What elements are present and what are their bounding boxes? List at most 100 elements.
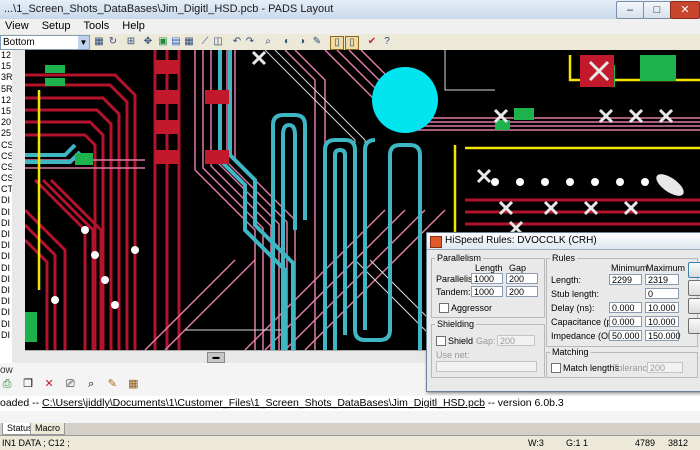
shield-gap-field[interactable]: 200 (497, 335, 535, 346)
aggressor-checkbox[interactable] (439, 303, 449, 313)
delete-icon[interactable]: ✕ (42, 377, 56, 391)
tandem-gap-field[interactable]: 200 (506, 286, 538, 297)
match-lengths-label: Match lengths (563, 363, 620, 373)
list-item[interactable]: DI (0, 263, 12, 274)
status-grid: G:1 1 (566, 438, 589, 448)
parallelism-length-field[interactable]: 1000 (471, 273, 503, 284)
save-icon[interactable]: ⎙ (0, 377, 14, 391)
shielding-group-label: Shielding (435, 319, 477, 329)
list-item[interactable]: DI (0, 207, 12, 218)
print-icon[interactable]: ⎚ (63, 377, 77, 391)
length-header: Length (475, 263, 503, 273)
tab-macro[interactable]: Macro (30, 423, 66, 435)
status-x: 4789 (635, 438, 656, 448)
select-area-icon[interactable]: ▯ (345, 36, 359, 50)
output-suffix: -- version 6.0b.3 (484, 397, 564, 409)
grid-icon[interactable]: ▦ (183, 36, 195, 48)
properties-icon[interactable]: ▦ (93, 36, 105, 48)
list-item[interactable]: CS (0, 151, 12, 162)
list-item[interactable]: 20 (0, 117, 12, 128)
select-icon[interactable]: ▯ (330, 36, 344, 50)
list-item[interactable]: DI (0, 296, 12, 307)
impedance-max-field[interactable]: 150.000 (645, 330, 681, 341)
delay-max-field[interactable]: 10.000 (645, 302, 679, 313)
capacitance-min-field[interactable]: 0.000 (609, 316, 642, 327)
refresh-icon[interactable]: ↻ (107, 36, 119, 48)
matching-group-label: Matching (550, 347, 591, 357)
find-icon[interactable]: ⌕ (84, 377, 98, 391)
output-toolbar: ⎙ ❐ ✕ ⎚ ⌕ ✎ ▦ (0, 377, 144, 393)
list-item[interactable]: 5R (0, 84, 12, 95)
via-icon[interactable]: ◫ (212, 36, 224, 48)
match-lengths-checkbox[interactable] (551, 363, 561, 373)
route-icon[interactable]: ⊞ (125, 36, 137, 48)
status-width: W:3 (528, 438, 544, 448)
menu-tools[interactable]: Tools (79, 19, 115, 34)
list-item[interactable]: CS (0, 162, 12, 173)
undo-icon[interactable]: ↶ (231, 36, 243, 48)
list-item[interactable]: DI (0, 285, 12, 296)
layers-icon[interactable]: ▤ (170, 36, 182, 48)
apply-button[interactable] (688, 298, 700, 314)
maximize-button[interactable]: □ (643, 1, 671, 19)
shield-checkbox[interactable] (436, 336, 446, 346)
vertical-scrollbar[interactable] (12, 50, 26, 363)
list-item[interactable]: DI (0, 195, 12, 206)
list-item[interactable]: 3R (0, 72, 12, 83)
list-item[interactable]: 15 (0, 61, 12, 72)
tandem-length-field[interactable]: 1000 (471, 286, 503, 297)
help-icon[interactable]: ? (381, 36, 393, 48)
search-icon[interactable]: ⌕ (262, 36, 274, 48)
list-item[interactable]: DI (0, 229, 12, 240)
list-item[interactable]: 15 (0, 106, 12, 117)
component-icon[interactable]: ▣ (157, 36, 169, 48)
stub-length-label: Stub length: (551, 289, 600, 299)
output-label: ow (0, 365, 13, 376)
length-max-field[interactable]: 2319 (645, 274, 679, 285)
help-button[interactable] (688, 318, 700, 334)
flood-icon[interactable]: ◑ (296, 36, 308, 48)
list-item[interactable]: DI (0, 307, 12, 318)
list-item[interactable]: CS (0, 140, 12, 151)
aggressor-label: Aggressor (451, 303, 493, 313)
list-item[interactable]: DI (0, 251, 12, 262)
output-path[interactable]: C:\Users\jiddly\Documents\1\Customer_Fil… (42, 397, 485, 409)
list-item[interactable]: DI (0, 218, 12, 229)
redo-icon[interactable]: ↷ (244, 36, 256, 48)
list-item[interactable]: DI (0, 274, 12, 285)
move-icon[interactable]: ✥ (142, 36, 154, 48)
edit-icon[interactable]: ✎ (105, 377, 119, 391)
length-min-field[interactable]: 2299 (609, 274, 642, 285)
copy-icon[interactable]: ❐ (21, 377, 35, 391)
horizontal-scrollbar[interactable]: ▬ (25, 350, 430, 363)
diagonal-route-icon[interactable]: ⟋ (199, 36, 211, 48)
pour-icon[interactable]: ◐ (281, 36, 293, 48)
capacitance-max-field[interactable]: 10.000 (645, 316, 679, 327)
menu-help[interactable]: Help (117, 19, 150, 34)
list-item[interactable]: DI (0, 319, 12, 330)
scrollbar-thumb[interactable]: ▬ (207, 352, 225, 363)
minimize-button[interactable]: – (616, 1, 644, 19)
list-item[interactable]: CT (0, 184, 12, 195)
parallelism-gap-field[interactable]: 200 (506, 273, 538, 284)
grid-icon[interactable]: ▦ (126, 377, 140, 391)
verify-icon[interactable]: ✔ (366, 36, 378, 48)
list-item[interactable]: DI (0, 330, 12, 341)
list-item[interactable]: 25 (0, 128, 12, 139)
pin-icon[interactable]: ✎ (311, 36, 323, 48)
list-item[interactable]: DI (0, 240, 12, 251)
menu-setup[interactable]: Setup (37, 19, 76, 34)
close-button[interactable]: ✕ (670, 1, 700, 19)
tolerance-field[interactable]: 200 (647, 362, 683, 373)
list-item[interactable]: 12 (0, 95, 12, 106)
list-item[interactable]: 12 (0, 50, 12, 61)
stub-length-max-field[interactable]: 0 (645, 288, 679, 299)
list-item[interactable]: CS (0, 173, 12, 184)
ok-button[interactable] (688, 262, 700, 278)
delay-min-field[interactable]: 0.000 (609, 302, 642, 313)
use-net-select[interactable] (436, 361, 537, 372)
layer-select[interactable]: Bottom ▼ (0, 35, 90, 50)
cancel-button[interactable] (688, 280, 700, 296)
impedance-min-field[interactable]: 50.000 (609, 330, 642, 341)
menu-view[interactable]: View (0, 19, 34, 34)
